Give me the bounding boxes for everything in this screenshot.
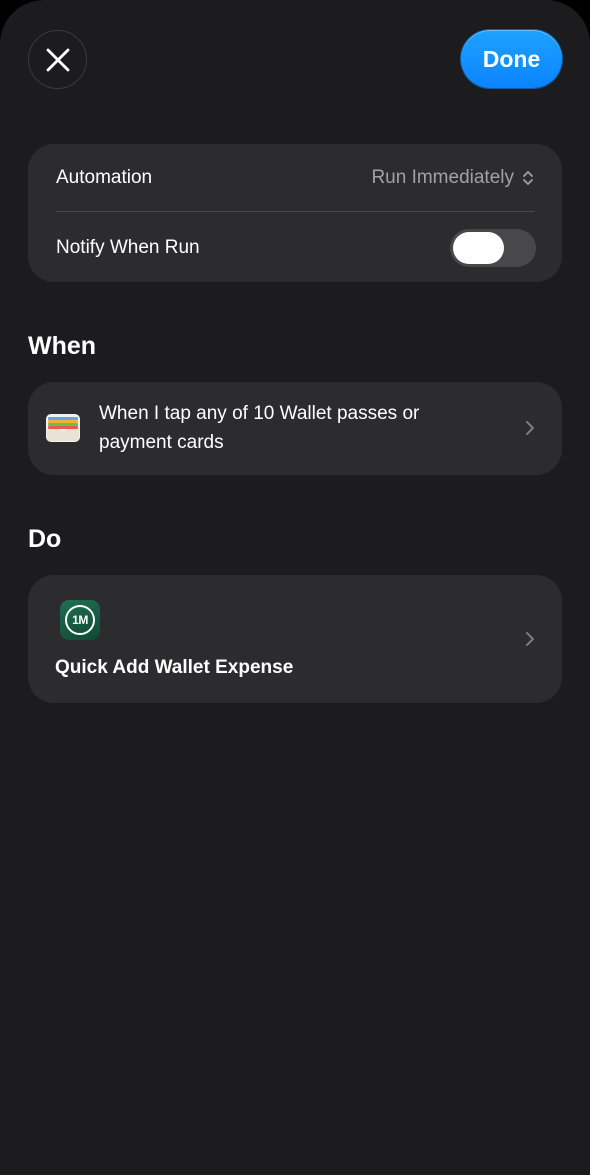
chevron-right-icon bbox=[526, 632, 534, 646]
notify-row: Notify When Run bbox=[56, 213, 536, 282]
automation-sheet: Done Automation Run Immediately Notify W… bbox=[0, 0, 590, 1175]
action-label: Quick Add Wallet Expense bbox=[55, 657, 294, 678]
app-icon-text: 1M bbox=[65, 605, 95, 635]
toggle-knob bbox=[453, 231, 504, 264]
row-divider bbox=[56, 211, 534, 212]
automation-row[interactable]: Automation Run Immediately bbox=[56, 144, 534, 212]
trigger-description: When I tap any of 10 Wallet passes or pa… bbox=[99, 403, 420, 453]
when-section-title: When bbox=[28, 332, 97, 360]
close-button[interactable] bbox=[28, 30, 87, 89]
done-button[interactable]: Done bbox=[461, 30, 562, 88]
chevron-right-icon bbox=[526, 421, 534, 435]
notify-toggle[interactable] bbox=[450, 228, 536, 267]
settings-card: Automation Run Immediately Notify When R… bbox=[28, 144, 562, 282]
xmark-icon bbox=[46, 48, 69, 71]
automation-value: Run Immediately bbox=[371, 167, 514, 188]
wallet-icon bbox=[46, 414, 80, 442]
notify-label: Notify When Run bbox=[56, 236, 200, 258]
1money-app-icon: 1M bbox=[60, 600, 100, 640]
when-trigger-card[interactable]: When I tap any of 10 Wallet passes or pa… bbox=[28, 382, 562, 475]
chevron-up-down-icon bbox=[523, 171, 533, 185]
automation-label: Automation bbox=[56, 167, 153, 188]
do-section-title: Do bbox=[28, 525, 62, 553]
do-action-card[interactable]: 1M Quick Add Wallet Expense bbox=[28, 575, 562, 703]
automation-picker[interactable]: Run Immediately bbox=[371, 167, 534, 189]
